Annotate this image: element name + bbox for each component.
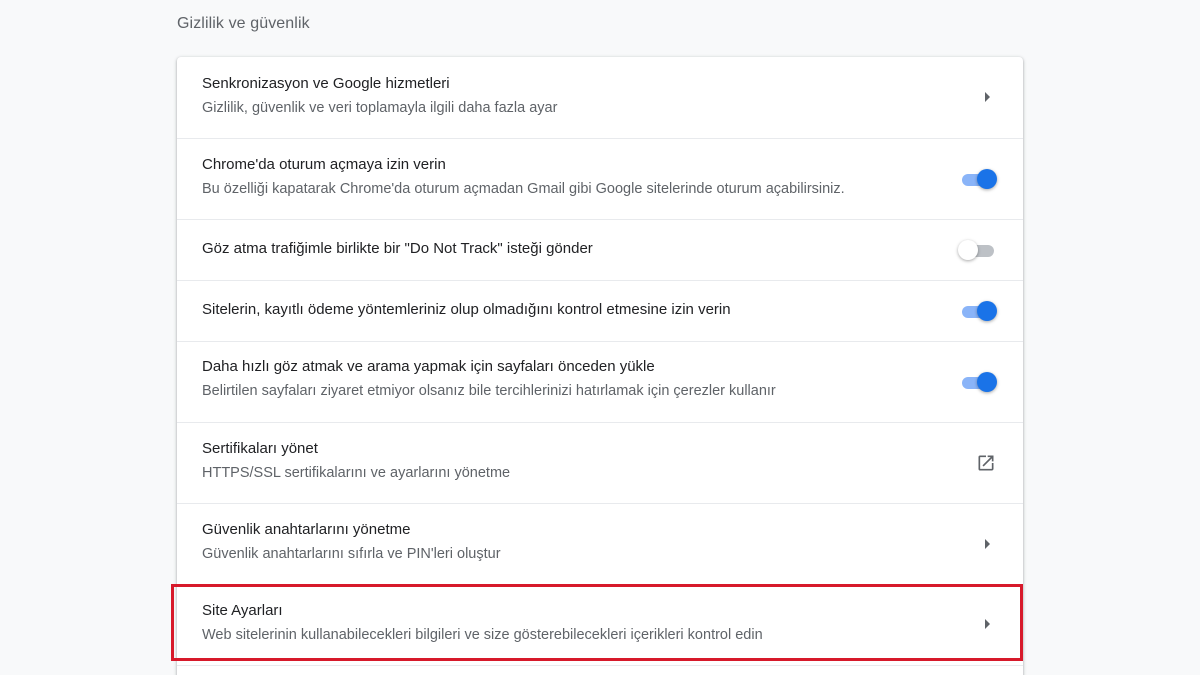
do-not-track-toggle[interactable] xyxy=(958,238,998,262)
row-sublabel: Gizlilik, güvenlik ve veri toplamayla il… xyxy=(202,100,558,116)
row-label: Göz atma trafiğimle birlikte bir "Do Not… xyxy=(202,240,593,257)
open-in-new-icon[interactable] xyxy=(976,453,996,473)
row-do-not-track[interactable]: Göz atma trafiğimle birlikte bir "Do Not… xyxy=(177,219,1023,280)
toggle-knob xyxy=(977,169,997,189)
privacy-security-card: Senkronizasyon ve Google hizmetleri Gizl… xyxy=(177,57,1023,675)
section-title: Gizlilik ve güvenlik xyxy=(177,15,310,32)
row-label: Sitelerin, kayıtlı ödeme yöntemleriniz o… xyxy=(202,301,731,318)
settings-page: Gizlilik ve güvenlik Senkronizasyon ve G… xyxy=(0,0,1200,675)
preload-toggle[interactable] xyxy=(958,370,998,394)
row-sublabel: Güvenlik anahtarlarını sıfırla ve PIN'le… xyxy=(202,546,501,562)
arrow-right-icon[interactable] xyxy=(985,619,990,629)
row-label: Site Ayarları xyxy=(202,602,283,619)
row-manage-certificates[interactable]: Sertifikaları yönet HTTPS/SSL sertifikal… xyxy=(177,422,1023,503)
row-label: Chrome'da oturum açmaya izin verin xyxy=(202,156,446,173)
row-allow-chrome-signin[interactable]: Chrome'da oturum açmaya izin verin Bu öz… xyxy=(177,138,1023,219)
row-sublabel: HTTPS/SSL sertifikalarını ve ayarlarını … xyxy=(202,465,511,481)
arrow-right-icon[interactable] xyxy=(985,539,990,549)
payment-methods-toggle[interactable] xyxy=(958,299,998,323)
row-label: Sertifikaları yönet xyxy=(202,440,318,457)
row-sync-google-services[interactable]: Senkronizasyon ve Google hizmetleri Gizl… xyxy=(177,57,1023,138)
toggle-knob xyxy=(958,240,978,260)
row-sublabel: Bu özelliği kapatarak Chrome'da oturum a… xyxy=(202,181,845,197)
row-sublabel: Web sitelerinin kullanabilecekleri bilgi… xyxy=(202,627,763,643)
row-site-settings[interactable]: Site Ayarları Web sitelerinin kullanabil… xyxy=(177,584,1023,665)
toggle-knob xyxy=(977,372,997,392)
toggle-knob xyxy=(977,301,997,321)
signin-toggle[interactable] xyxy=(958,167,998,191)
row-label: Senkronizasyon ve Google hizmetleri xyxy=(202,75,450,92)
row-security-keys[interactable]: Güvenlik anahtarlarını yönetme Güvenlik … xyxy=(177,503,1023,584)
row-sublabel: Belirtilen sayfaları ziyaret etmiyor ols… xyxy=(202,383,776,399)
row-label: Daha hızlı göz atmak ve arama yapmak içi… xyxy=(202,358,655,375)
row-next-partial xyxy=(177,665,1023,675)
row-label: Güvenlik anahtarlarını yönetme xyxy=(202,521,411,538)
row-preload-pages[interactable]: Daha hızlı göz atmak ve arama yapmak içi… xyxy=(177,341,1023,422)
arrow-right-icon[interactable] xyxy=(985,92,990,102)
row-payment-methods-check[interactable]: Sitelerin, kayıtlı ödeme yöntemleriniz o… xyxy=(177,280,1023,341)
